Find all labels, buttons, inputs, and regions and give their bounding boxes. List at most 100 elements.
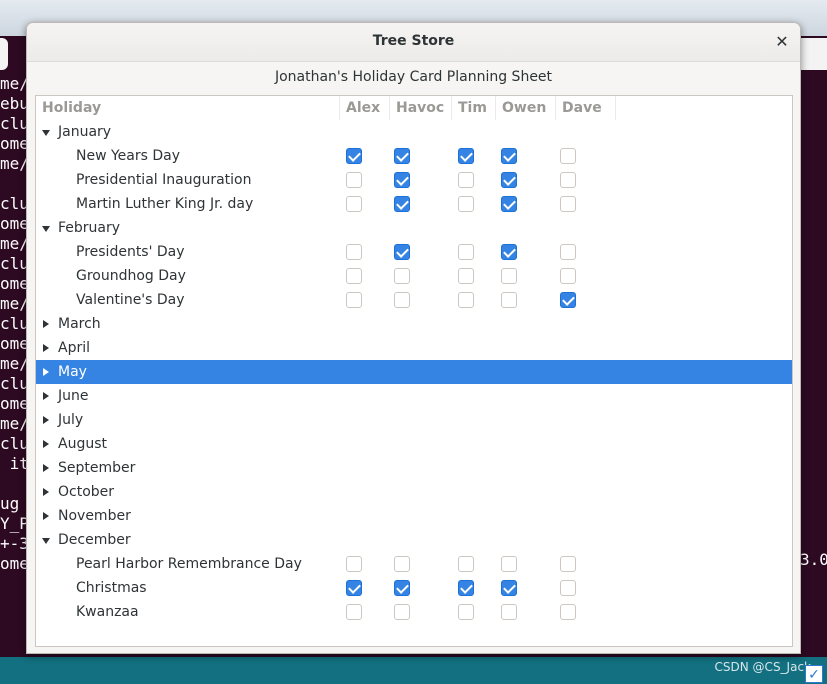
holiday-row[interactable]: Christmas bbox=[36, 576, 792, 600]
checkbox-dave[interactable] bbox=[560, 244, 576, 260]
checkbox-dave[interactable] bbox=[560, 172, 576, 188]
holiday-row[interactable]: Pearl Harbor Remembrance Day bbox=[36, 552, 792, 576]
month-row-october[interactable]: October bbox=[36, 480, 792, 504]
checkbox-alex[interactable] bbox=[346, 244, 362, 260]
holiday-row[interactable]: Kwanzaa bbox=[36, 600, 792, 624]
month-row-april[interactable]: April bbox=[36, 336, 792, 360]
month-label: June bbox=[58, 388, 89, 404]
month-label: August bbox=[58, 436, 107, 452]
month-row-january[interactable]: January bbox=[36, 120, 792, 144]
month-row-may[interactable]: May bbox=[36, 360, 792, 384]
holiday-row[interactable]: Presidential Inauguration bbox=[36, 168, 792, 192]
holiday-label: Kwanzaa bbox=[76, 604, 139, 620]
checkbox-owen[interactable] bbox=[501, 244, 517, 260]
expander-closed-icon[interactable] bbox=[43, 416, 49, 424]
checkbox-tim[interactable] bbox=[458, 148, 474, 164]
holiday-tree-view[interactable]: Holiday Alex Havoc Tim Owen Dave January New Y… bbox=[35, 95, 793, 647]
checkbox-dave[interactable] bbox=[560, 580, 576, 596]
checkbox-owen[interactable] bbox=[501, 604, 517, 620]
checkbox-alex[interactable] bbox=[346, 172, 362, 188]
expander-closed-icon[interactable] bbox=[43, 320, 49, 328]
checkbox-alex[interactable] bbox=[346, 292, 362, 308]
checkbox-havoc[interactable] bbox=[394, 196, 410, 212]
column-header-havoc[interactable]: Havoc bbox=[390, 96, 452, 120]
month-row-february[interactable]: February bbox=[36, 216, 792, 240]
expander-closed-icon[interactable] bbox=[43, 512, 49, 520]
checkbox-havoc[interactable] bbox=[394, 292, 410, 308]
checkbox-havoc[interactable] bbox=[394, 244, 410, 260]
column-header-tim[interactable]: Tim bbox=[452, 96, 496, 120]
holiday-row[interactable]: New Years Day bbox=[36, 144, 792, 168]
checkbox-alex[interactable] bbox=[346, 604, 362, 620]
checkbox-dave[interactable] bbox=[560, 148, 576, 164]
checkbox-tim[interactable] bbox=[458, 172, 474, 188]
checkbox-havoc[interactable] bbox=[394, 556, 410, 572]
holiday-label: Presidential Inauguration bbox=[76, 172, 252, 188]
checkbox-tim[interactable] bbox=[458, 604, 474, 620]
checkbox-dave[interactable] bbox=[560, 556, 576, 572]
column-header-holiday[interactable]: Holiday bbox=[36, 96, 340, 120]
close-button[interactable]: ✕ bbox=[770, 30, 794, 54]
terminal-line: clu bbox=[0, 194, 29, 213]
expander-closed-icon[interactable] bbox=[43, 392, 49, 400]
month-row-december[interactable]: December bbox=[36, 528, 792, 552]
background-window-edge-left bbox=[0, 38, 8, 70]
month-row-march[interactable]: March bbox=[36, 312, 792, 336]
checkbox-dave[interactable] bbox=[560, 268, 576, 284]
month-row-july[interactable]: July bbox=[36, 408, 792, 432]
checkbox-alex[interactable] bbox=[346, 556, 362, 572]
checkbox-owen[interactable] bbox=[501, 580, 517, 596]
checkbox-owen[interactable] bbox=[501, 196, 517, 212]
checkbox-dave[interactable] bbox=[560, 196, 576, 212]
checkbox-tim[interactable] bbox=[458, 268, 474, 284]
column-header-dave[interactable]: Dave bbox=[556, 96, 616, 120]
checkbox-havoc[interactable] bbox=[394, 148, 410, 164]
expander-closed-icon[interactable] bbox=[43, 488, 49, 496]
checkbox-havoc[interactable] bbox=[394, 172, 410, 188]
holiday-row[interactable]: Groundhog Day bbox=[36, 264, 792, 288]
checkbox-dave[interactable] bbox=[560, 292, 576, 308]
checkbox-owen[interactable] bbox=[501, 268, 517, 284]
holiday-label: Christmas bbox=[76, 580, 147, 596]
checkbox-tim[interactable] bbox=[458, 244, 474, 260]
expander-open-icon[interactable] bbox=[42, 130, 50, 136]
holiday-row[interactable]: Presidents' Day bbox=[36, 240, 792, 264]
month-label: April bbox=[58, 340, 90, 356]
checkbox-owen[interactable] bbox=[501, 148, 517, 164]
column-header-owen[interactable]: Owen bbox=[496, 96, 556, 120]
expander-closed-icon[interactable] bbox=[43, 464, 49, 472]
month-row-november[interactable]: November bbox=[36, 504, 792, 528]
month-row-june[interactable]: June bbox=[36, 384, 792, 408]
terminal-line: +-3 bbox=[0, 534, 29, 553]
checkbox-dave[interactable] bbox=[560, 604, 576, 620]
checkbox-tim[interactable] bbox=[458, 196, 474, 212]
checkbox-tim[interactable] bbox=[458, 580, 474, 596]
expander-closed-icon[interactable] bbox=[43, 368, 49, 376]
title-bar[interactable]: Tree Store ✕ bbox=[27, 23, 800, 62]
expander-closed-icon[interactable] bbox=[43, 344, 49, 352]
month-row-september[interactable]: September bbox=[36, 456, 792, 480]
watermark-text: CSDN @CS_Jack bbox=[714, 660, 811, 674]
checkbox-tim[interactable] bbox=[458, 556, 474, 572]
checkbox-havoc[interactable] bbox=[394, 268, 410, 284]
terminal-line: me/ bbox=[0, 154, 29, 173]
checkbox-tim[interactable] bbox=[458, 292, 474, 308]
checkbox-alex[interactable] bbox=[346, 196, 362, 212]
expander-open-icon[interactable] bbox=[42, 538, 50, 544]
checkbox-havoc[interactable] bbox=[394, 604, 410, 620]
tree-store-dialog: Tree Store ✕ Jonathan's Holiday Card Pla… bbox=[26, 22, 801, 654]
checkbox-owen[interactable] bbox=[501, 172, 517, 188]
checkbox-alex[interactable] bbox=[346, 580, 362, 596]
checkbox-owen[interactable] bbox=[501, 556, 517, 572]
column-header-alex[interactable]: Alex bbox=[340, 96, 390, 120]
checkbox-alex[interactable] bbox=[346, 268, 362, 284]
checkbox-alex[interactable] bbox=[346, 148, 362, 164]
checkbox-havoc[interactable] bbox=[394, 580, 410, 596]
checkbox-owen[interactable] bbox=[501, 292, 517, 308]
checkbox-tray-icon[interactable]: ✓ bbox=[805, 665, 823, 683]
expander-closed-icon[interactable] bbox=[43, 440, 49, 448]
holiday-row[interactable]: Valentine's Day bbox=[36, 288, 792, 312]
holiday-row[interactable]: Martin Luther King Jr. day bbox=[36, 192, 792, 216]
month-row-august[interactable]: August bbox=[36, 432, 792, 456]
expander-open-icon[interactable] bbox=[42, 226, 50, 232]
